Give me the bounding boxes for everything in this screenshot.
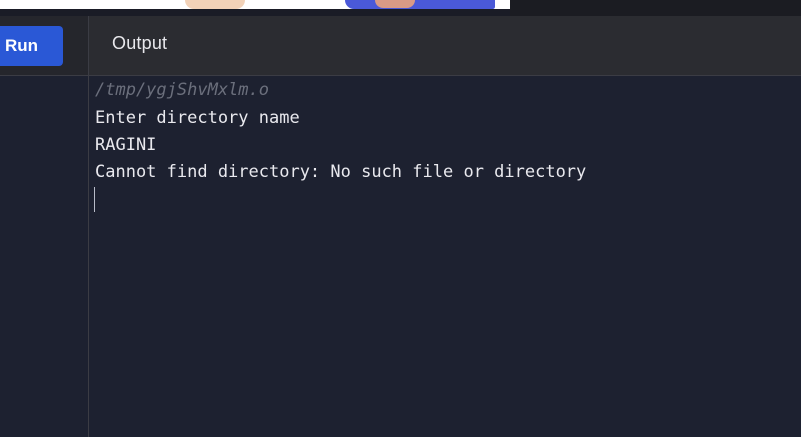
banner-illustration-hand	[375, 0, 415, 8]
ad-banner-image	[0, 0, 510, 9]
output-title: Output	[112, 33, 168, 53]
output-line-prompt: Enter directory name	[95, 108, 300, 128]
editor-area[interactable]	[0, 76, 89, 437]
input-cursor[interactable]	[94, 187, 95, 212]
run-button[interactable]: Run	[0, 26, 63, 66]
output-binary-path: /tmp/ygjShvMxlm.o	[95, 80, 269, 100]
panel-header: Run Output	[0, 16, 801, 76]
output-line-input: RAGINI	[95, 135, 157, 155]
banner-illustration-figure	[345, 0, 495, 9]
output-console[interactable]: /tmp/ygjShvMxlm.o Enter directory name R…	[89, 76, 801, 437]
banner-illustration-figure	[185, 0, 245, 9]
top-right-area	[510, 0, 801, 16]
editor-header-area: Run	[0, 16, 89, 75]
output-line-error: Cannot find directory: No such file or d…	[95, 162, 587, 182]
